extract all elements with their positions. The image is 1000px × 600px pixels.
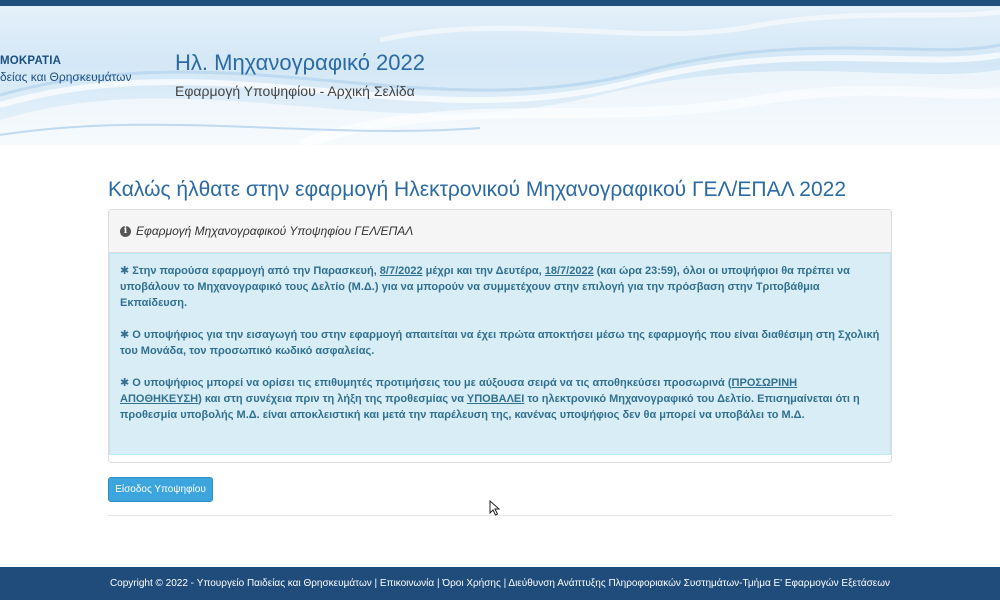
- mouse-cursor-icon: [489, 500, 501, 516]
- app-subtitle: Εφαρμογή Υποψηφίου - Αρχική Σελίδα: [175, 83, 415, 99]
- para1-text-a: Στην παρούσα εφαρμογή από την Παρασκευή,: [132, 265, 380, 277]
- para3-text-a: Ο υποψήφιος μπορεί να ορίσει τις επιθυμη…: [132, 377, 732, 389]
- panel-heading: i Εφαρμογή Μηχανογραφικού Υποψηφίου ΓΕΛ/…: [109, 210, 891, 253]
- app-title: Ηλ. Μηχανογραφικό 2022: [175, 50, 425, 75]
- panel-heading-text: Εφαρμογή Μηχανογραφικού Υποψηφίου ΓΕΛ/ΕΠ…: [136, 224, 414, 238]
- start-date: 8/7/2022: [379, 265, 423, 277]
- footer-text: Copyright © 2022 - Υπουργείο Παιδείας κα…: [109, 578, 891, 589]
- submit-term: ΥΠΟΒΑΛΕΙ: [466, 393, 525, 405]
- para2-text: Ο υποψήφιος για την εισαγωγή του στην εφ…: [120, 329, 880, 357]
- para3-text-b: ) και στη συνέχεια πριν τη λήξη της προθ…: [198, 393, 467, 405]
- header-banner: ΜΟΚΡΑΤΙΑ δείας και Θρησκευμάτων Ηλ. Μηχα…: [0, 0, 1000, 145]
- footer: Copyright © 2022 - Υπουργείο Παιδείας κα…: [0, 567, 1000, 600]
- notice-paragraph-3: ✱ Ο υποψήφιος μπορεί να ορίσει τις επιθυ…: [120, 375, 880, 423]
- asterisk-icon: ✱: [120, 265, 130, 277]
- ministry-line1: ΜΟΚΡΑΤΙΑ: [0, 55, 62, 67]
- info-alert: ✱ Στην παρούσα εφαρμογή από την Παρασκευ…: [109, 253, 891, 455]
- asterisk-icon: ✱: [120, 377, 130, 389]
- info-panel: i Εφαρμογή Μηχανογραφικού Υποψηφίου ΓΕΛ/…: [108, 209, 892, 463]
- asterisk-icon: ✱: [120, 329, 130, 341]
- page-title: Καλώς ήλθατε στην εφαρμογή Ηλεκτρονικού …: [108, 178, 846, 201]
- ministry-line2: δείας και Θρησκευμάτων: [0, 70, 132, 84]
- notice-paragraph-2: ✱ Ο υποψήφιος για την εισαγωγή του στην …: [120, 327, 880, 359]
- end-date: 18/7/2022: [544, 265, 594, 277]
- para1-text-b: μέχρι και την Δευτέρα,: [422, 265, 545, 277]
- ministry-logo-text: ΜΟΚΡΑΤΙΑ δείας και Θρησκευμάτων: [0, 53, 160, 85]
- candidate-login-button[interactable]: Είσοδος Υποψηφίου: [108, 477, 213, 502]
- notice-paragraph-1: ✱ Στην παρούσα εφαρμογή από την Παρασκευ…: [120, 263, 880, 311]
- info-circle-icon: i: [120, 225, 131, 237]
